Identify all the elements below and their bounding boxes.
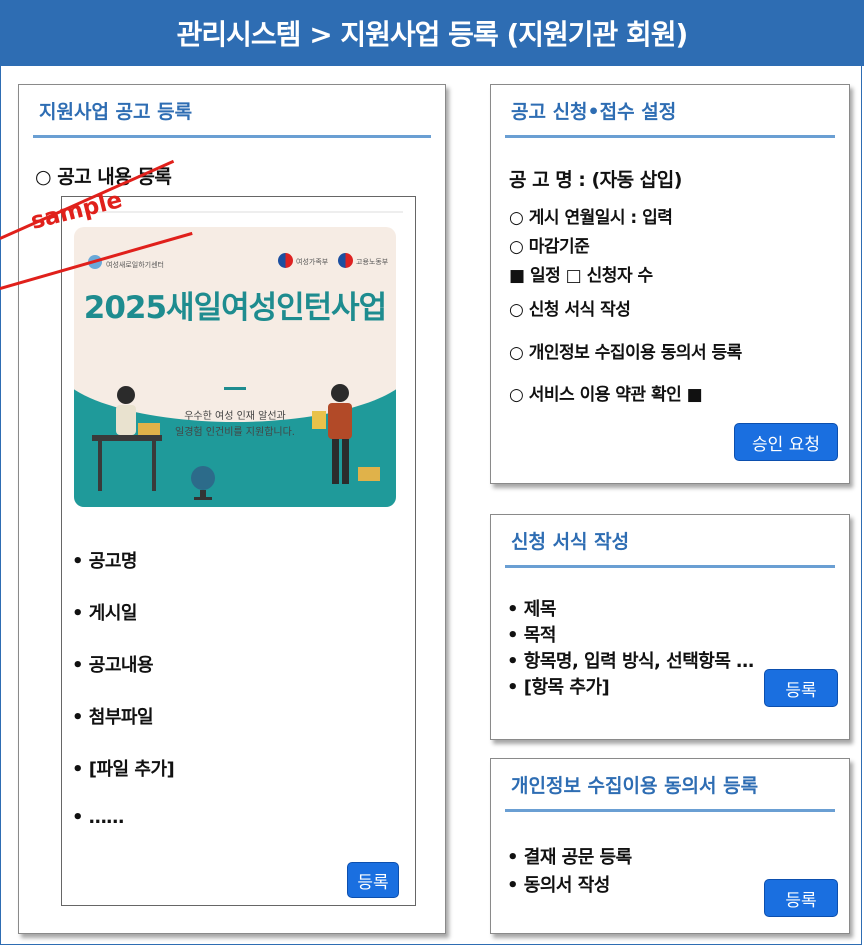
banner-accent-bar bbox=[224, 387, 246, 390]
mobile-preview: 여성새로일하기센터 여성가족부 고용노동부 2025새일여성인턴사업 우수한 여… bbox=[61, 196, 416, 906]
list-item-more: • …… bbox=[72, 807, 124, 828]
woman-at-desk-illustration bbox=[92, 386, 162, 491]
man-presenting-illustration bbox=[312, 384, 380, 484]
notice-banner-image: 여성새로일하기센터 여성가족부 고용노동부 2025새일여성인턴사업 우수한 여… bbox=[74, 227, 396, 507]
logo-mid-text: 여성가족부 bbox=[296, 258, 329, 266]
panel-title: 신청 서식 작성 bbox=[505, 515, 835, 568]
panel-title: 공고 신청•접수 설정 bbox=[505, 85, 835, 138]
deadline-options-line[interactable]: ■ 일정 □ 신청자 수 bbox=[509, 261, 653, 286]
form-item-fields: • 항목명, 입력 방식, 선택항목 … bbox=[507, 651, 754, 672]
notice-register-button[interactable]: 등록 bbox=[347, 862, 399, 898]
privacy-consent-line[interactable]: ○ 개인정보 수집이용 동의서 등록 bbox=[509, 338, 742, 363]
application-form-panel: 신청 서식 작성 • 제목 • 목적 • 항목명, 입력 방식, 선택항목 … … bbox=[490, 514, 850, 740]
application-form-line[interactable]: ○ 신청 서식 작성 bbox=[509, 295, 631, 320]
ministry-emblem-icon bbox=[278, 253, 293, 268]
privacy-consent-panel: 개인정보 수집이용 동의서 등록 • 결재 공문 등록 • 동의서 작성 등록 bbox=[490, 758, 850, 934]
panel-title: 지원사업 공고 등록 bbox=[33, 85, 431, 138]
consent-item-write-form: • 동의서 작성 bbox=[507, 875, 610, 896]
page-title: 관리시스템 > 지원사업 등록 (지원기관 회원) bbox=[0, 0, 864, 66]
form-register-button[interactable]: 등록 bbox=[764, 669, 838, 707]
post-datetime-line[interactable]: ○ 게시 연월일시 : 입력 bbox=[509, 203, 673, 228]
logo-right-text: 고용노동부 bbox=[356, 258, 389, 266]
globe-icon bbox=[191, 466, 215, 500]
form-item-add-field[interactable]: • [항목 추가] bbox=[507, 673, 610, 699]
section-label: ○ 공고 내용 등록 bbox=[35, 166, 172, 188]
deadline-basis-line[interactable]: ○ 마감기준 bbox=[509, 232, 590, 257]
list-item-add-file[interactable]: • [파일 추가] bbox=[72, 755, 175, 781]
apply-settings-panel: 공고 신청•접수 설정 공 고 명 : (자동 삽입) ○ 게시 연월일시 : … bbox=[490, 84, 850, 484]
consent-register-button[interactable]: 등록 bbox=[764, 879, 838, 917]
approval-request-button[interactable]: 승인 요청 bbox=[734, 423, 838, 461]
notice-name-line: 공 고 명 : (자동 삽입) bbox=[509, 169, 682, 191]
banner-headline: 2025새일여성인턴사업 bbox=[83, 290, 387, 326]
consent-item-approval-doc: • 결재 공문 등록 bbox=[507, 847, 632, 868]
panel-title: 개인정보 수집이용 동의서 등록 bbox=[505, 759, 835, 812]
list-item-post-date: • 게시일 bbox=[72, 603, 137, 624]
terms-check-line[interactable]: ○ 서비스 이용 약관 확인 ■ bbox=[509, 380, 703, 405]
list-item-notice-name: • 공고명 bbox=[72, 551, 137, 572]
list-item-notice-content: • 공고내용 bbox=[72, 655, 154, 676]
form-item-title: • 제목 bbox=[507, 599, 556, 620]
labor-emblem-icon bbox=[338, 253, 353, 268]
list-item-attachment: • 첨부파일 bbox=[72, 707, 154, 728]
form-item-purpose: • 목적 bbox=[507, 625, 556, 646]
logo-left-text: 여성새로일하기센터 bbox=[106, 261, 164, 269]
